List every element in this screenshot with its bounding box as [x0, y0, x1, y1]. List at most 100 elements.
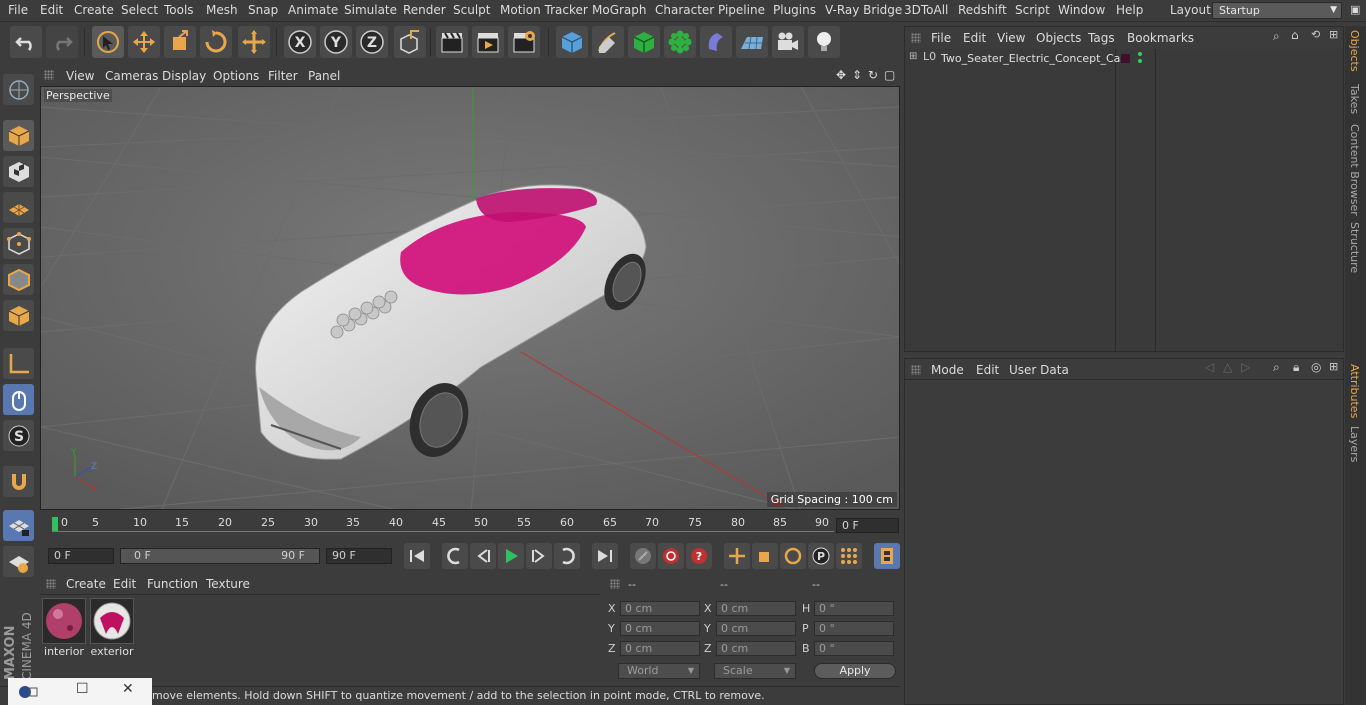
rotation-p-field[interactable]: 0 °	[814, 621, 894, 636]
workplane-button[interactable]	[3, 192, 34, 223]
viewport-menu-cameras[interactable]: Cameras	[105, 69, 158, 83]
rotation-b-field[interactable]: 0 °	[814, 641, 894, 656]
planar-workplane-button[interactable]	[3, 546, 34, 577]
layer-color-swatch[interactable]	[1121, 54, 1130, 63]
position-x-field[interactable]: 0 cm	[620, 601, 700, 616]
close-window-icon[interactable]: ✕	[122, 681, 134, 697]
tab-attributes[interactable]: Attributes	[1348, 364, 1361, 418]
x-axis-button[interactable]: X	[284, 26, 316, 58]
objects-menu-view[interactable]: View	[997, 31, 1025, 45]
floor-button[interactable]	[736, 26, 768, 58]
object-row[interactable]: ⊞ L0 Two_Seater_Electric_Concept_Car	[905, 49, 1125, 67]
next-frame-button[interactable]	[526, 543, 552, 569]
deformer-button[interactable]	[700, 26, 732, 58]
timeline-ruler[interactable]: 0 5 10 15 20 25 30 35 40 45 50 55 60 65 …	[48, 516, 834, 532]
frame-range-slider[interactable]: 0 F 90 F	[120, 548, 320, 564]
menu-3dtoall[interactable]: 3DToAll	[904, 3, 948, 17]
forward-arrow-icon[interactable]: ▷	[1241, 360, 1250, 374]
menu-mesh[interactable]: Mesh	[206, 3, 238, 17]
solo-button[interactable]: S	[3, 420, 34, 451]
back-arrow-icon[interactable]: ◁	[1205, 360, 1214, 374]
menu-plugins[interactable]: Plugins	[773, 3, 816, 17]
search-icon[interactable]: ⌕	[1273, 360, 1280, 375]
edges-mode-button[interactable]	[3, 264, 34, 295]
home-icon[interactable]: ⌂	[1291, 28, 1299, 42]
key-pla-button[interactable]	[836, 543, 862, 569]
render-visibility-dot[interactable]	[1138, 59, 1142, 63]
end-frame-field[interactable]: 90 F	[326, 548, 392, 564]
coordinate-system-button[interactable]	[394, 26, 426, 58]
menu-edit[interactable]: Edit	[40, 3, 63, 17]
objects-menu-bookmarks[interactable]: Bookmarks	[1127, 31, 1194, 45]
menu-script[interactable]: Script	[1015, 3, 1050, 17]
go-to-start-button[interactable]	[404, 543, 430, 569]
recent-tool-button[interactable]	[238, 26, 270, 58]
app-icon[interactable]	[18, 684, 40, 700]
polygons-mode-button[interactable]	[3, 300, 34, 331]
key-position-button[interactable]	[724, 543, 750, 569]
next-key-button[interactable]	[554, 543, 580, 569]
navigate-back-icon[interactable]: ⟲	[1311, 28, 1320, 41]
viewport-menu-options[interactable]: Options	[213, 69, 259, 83]
tab-content-browser[interactable]: Content Browser	[1348, 124, 1361, 216]
cube-object-button[interactable]	[556, 26, 588, 58]
viewport-menu-display[interactable]: Display	[162, 69, 206, 83]
objects-menu-tags[interactable]: Tags	[1088, 31, 1115, 45]
restore-window-icon[interactable]: ☐	[76, 681, 89, 697]
undo-button[interactable]	[10, 26, 42, 58]
search-icon[interactable]: ⌕	[1273, 29, 1280, 44]
panel-grip-icon[interactable]	[44, 70, 54, 80]
objects-menu-objects[interactable]: Objects	[1036, 31, 1081, 45]
menu-file[interactable]: File	[8, 3, 28, 17]
menu-create[interactable]: Create	[74, 3, 114, 17]
viewport-zoom-icon[interactable]: ⇕	[852, 68, 862, 82]
render-settings-button[interactable]	[508, 26, 540, 58]
previous-frame-button[interactable]	[470, 543, 496, 569]
camera-button[interactable]	[772, 26, 804, 58]
current-frame-field[interactable]: 0 F	[836, 518, 899, 533]
target-icon[interactable]: ◎	[1311, 360, 1321, 374]
panel-grip-icon[interactable]	[610, 579, 620, 589]
keyframe-selection-button[interactable]: ?	[686, 543, 712, 569]
objects-menu-file[interactable]: File	[931, 31, 951, 45]
texture-mode-button[interactable]	[3, 156, 34, 187]
up-arrow-icon[interactable]: △	[1223, 360, 1232, 374]
menu-tools[interactable]: Tools	[164, 3, 194, 17]
live-selection-button[interactable]	[92, 26, 124, 58]
tab-takes[interactable]: Takes	[1348, 84, 1361, 114]
axis-mode-button[interactable]	[3, 348, 34, 379]
go-to-end-button[interactable]	[592, 543, 618, 569]
menu-select[interactable]: Select	[121, 3, 158, 17]
viewport-menu-panel[interactable]: Panel	[308, 69, 340, 83]
position-y-field[interactable]: 0 cm	[620, 621, 700, 636]
pen-spline-button[interactable]	[592, 26, 624, 58]
viewport-rotate-icon[interactable]: ↻	[868, 68, 878, 82]
timeline-window-button[interactable]	[874, 543, 900, 569]
layout-select[interactable]: Startup ▼	[1212, 2, 1342, 19]
objects-menu-edit[interactable]: Edit	[963, 31, 986, 45]
light-button[interactable]	[808, 26, 840, 58]
menu-snap[interactable]: Snap	[248, 3, 278, 17]
menu-character[interactable]: Character	[655, 3, 714, 17]
previous-key-button[interactable]	[442, 543, 468, 569]
coordinate-space-dropdown[interactable]: World ▼	[618, 663, 700, 679]
menu-mograph[interactable]: MoGraph	[592, 3, 647, 17]
tab-layers[interactable]: Layers	[1348, 426, 1361, 462]
material-interior[interactable]: interior	[42, 598, 86, 658]
viewport-menu-view[interactable]: View	[66, 69, 94, 83]
maximize-icon[interactable]: ▣	[1350, 3, 1360, 16]
key-rotation-button[interactable]	[780, 543, 806, 569]
start-frame-field[interactable]: 0 F	[48, 548, 114, 564]
menu-sculpt[interactable]: Sculpt	[453, 3, 490, 17]
menu-pipeline[interactable]: Pipeline	[718, 3, 765, 17]
viewport-move-icon[interactable]: ✥	[836, 68, 846, 82]
panel-grip-icon[interactable]	[46, 579, 56, 589]
tweak-mode-button[interactable]	[3, 384, 34, 415]
locked-workplane-button[interactable]	[3, 510, 34, 541]
new-panel-icon[interactable]: ⊞	[1329, 28, 1338, 41]
record-active-objects-button[interactable]	[630, 543, 656, 569]
menu-help[interactable]: Help	[1116, 3, 1143, 17]
menu-animate[interactable]: Animate	[288, 3, 338, 17]
rotation-h-field[interactable]: 0 °	[814, 601, 894, 616]
make-editable-button[interactable]	[3, 74, 34, 105]
